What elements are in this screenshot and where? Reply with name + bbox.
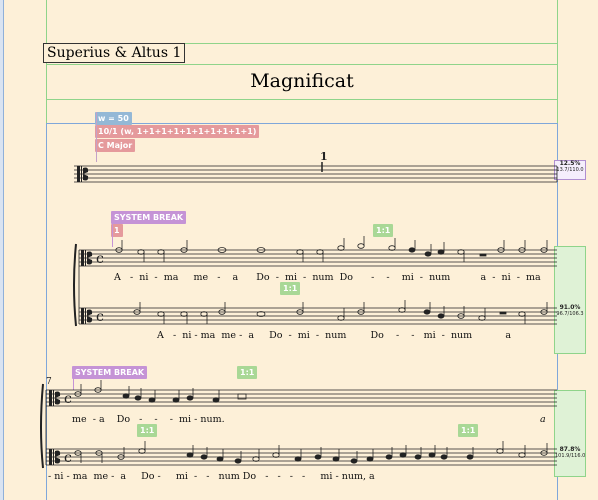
lyric-syllable: - [157, 471, 161, 482]
lyrics-system-2-lower: A - ni - ma me - a Do - mi - num Do - - … [157, 330, 511, 341]
score-page: Superius & Altus 1 Magnificat w = 50 10/… [3, 0, 598, 500]
lyric-syllable: - [265, 471, 269, 482]
lyric-syllable: A [157, 330, 164, 341]
lyric-syllable: - [92, 414, 96, 425]
lyric-syllable: ma [72, 471, 88, 482]
lyric-syllable: mi [175, 471, 188, 482]
lyric-syllable: a [248, 330, 254, 341]
lyric-syllable: mi [320, 471, 333, 482]
svg-text:c: c [64, 391, 72, 407]
lyric-syllable: a [505, 330, 512, 341]
lyric-syllable: - [395, 330, 400, 341]
measure-number-7: 7 [46, 377, 52, 387]
lyric-syllable: mi [297, 330, 310, 341]
lyric-syllable: - [289, 471, 293, 482]
staff-system-3-upper [46, 389, 557, 407]
lyric-syllable: - [111, 471, 115, 482]
lyric-syllable: - [193, 471, 198, 482]
lyric-syllable: num. [200, 414, 225, 425]
lyrics-system-3-upper-end: a [540, 414, 546, 425]
lyric-syllable: ni [182, 330, 192, 341]
lyric-syllable: - [419, 272, 424, 283]
lyric-syllable: a [120, 471, 127, 482]
measure-number-1: 1 [320, 150, 328, 163]
lyric-syllable: num [325, 330, 347, 341]
staff-system-1 [74, 162, 558, 183]
staff-system-2-upper [79, 249, 557, 267]
lyric-syllable: - [172, 330, 177, 341]
notes-system-3-upper [74, 380, 247, 400]
lyric-syllable: num [450, 330, 473, 341]
lyric-syllable: - [492, 272, 496, 283]
lyrics-system-2-upper: A - ni - ma me - a Do - mi - num Do - - … [114, 272, 541, 283]
lyric-syllable: ni [54, 471, 64, 482]
lyric-syllable: - [302, 471, 306, 482]
lyric-syllable: Do [116, 414, 131, 425]
lyric-syllable: ni [139, 272, 149, 283]
lyric-syllable: A [114, 272, 121, 283]
lyric-syllable: - [129, 272, 134, 283]
lyric-syllable: - [154, 272, 158, 283]
lyric-syllable: - [194, 330, 198, 341]
lyric-syllable: Do [370, 330, 384, 341]
music-notation: c c c c 1 7 [40, 150, 558, 469]
lyric-syllable: - [139, 414, 143, 425]
lyric-syllable: - [335, 471, 339, 482]
lyric-syllable: ma [163, 272, 179, 283]
lyric-syllable: - [303, 272, 307, 283]
lyric-syllable: - [217, 272, 221, 283]
lyric-syllable: Do [141, 471, 155, 482]
lyric-syllable: ma [525, 272, 541, 283]
svg-text:c: c [64, 450, 72, 466]
lyric-syllable: - [194, 414, 198, 425]
lyric-syllable: Do [269, 330, 283, 341]
lyric-syllable: mi [179, 414, 192, 425]
lyric-syllable: a [98, 414, 105, 425]
lyrics-system-3-upper: me - a Do - - - mi - num. [72, 414, 225, 425]
lyric-syllable: - [277, 471, 281, 482]
lyric-syllable: me [93, 471, 109, 482]
lyric-syllable: - [371, 272, 375, 283]
lyric-syllable: Do [256, 272, 270, 283]
lyric-syllable: Do [339, 272, 353, 283]
staff-system-3-lower [46, 448, 557, 466]
lyric-syllable: ni [501, 272, 511, 283]
lyric-syllable: - [516, 272, 520, 283]
lyric-syllable: - [275, 272, 279, 283]
lyric-syllable: Do [242, 471, 257, 482]
lyric-syllable: - [169, 414, 173, 425]
filled-notes-system-3-lower [186, 445, 474, 464]
lyric-syllable: - [288, 330, 292, 341]
time-signatures: c c c c [64, 251, 104, 466]
lyric-syllable: a [540, 414, 546, 425]
lyric-syllable: - [239, 330, 243, 341]
lyric-syllable: - [315, 330, 320, 341]
lyric-syllable: a [232, 272, 239, 283]
lyric-syllable: num, [341, 471, 366, 482]
lyric-syllable: - [48, 471, 52, 482]
lyric-syllable: me [72, 414, 87, 425]
lyric-syllable: me [193, 272, 209, 283]
lyric-syllable: mi [284, 272, 297, 283]
lyric-syllable: num [312, 272, 334, 283]
lyric-syllable: - [441, 330, 445, 341]
lyric-syllable: ma [200, 330, 216, 341]
svg-text:c: c [96, 309, 104, 325]
notes-system-3-lower [74, 441, 548, 463]
lyric-syllable: - [386, 272, 390, 283]
lyric-syllable: num [218, 471, 240, 482]
svg-text:c: c [96, 251, 104, 267]
lyric-syllable: num [429, 272, 451, 283]
lyric-syllable: - [66, 471, 70, 482]
lyric-syllable: me [221, 330, 237, 341]
lyric-syllable: - [206, 471, 210, 482]
lyric-syllable: mi [401, 272, 414, 283]
lyric-syllable: a [480, 272, 487, 283]
lyric-syllable: - [411, 330, 415, 341]
lyric-syllable: a [369, 471, 375, 482]
lyric-syllable: - [154, 414, 158, 425]
lyric-syllable: mi [423, 330, 436, 341]
lyrics-system-3-lower: - ni - ma me - a Do - mi - - num Do - - … [48, 471, 375, 482]
